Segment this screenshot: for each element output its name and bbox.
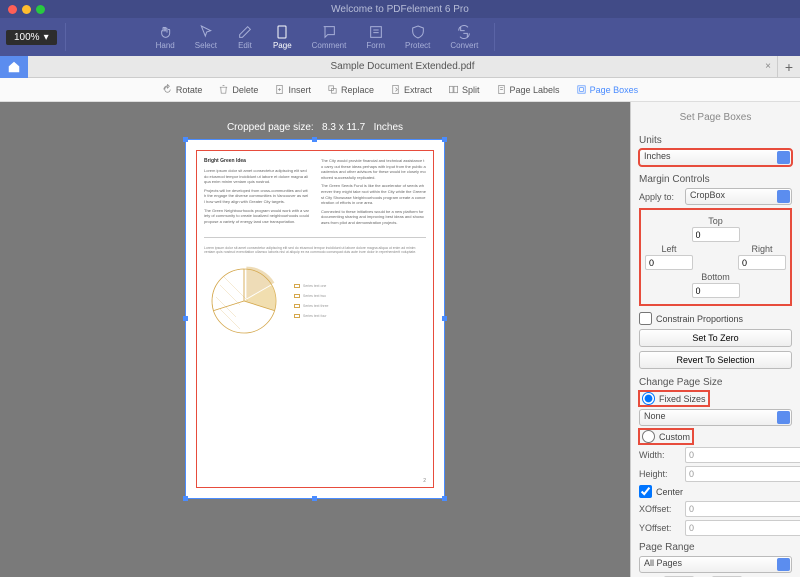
- margin-right-input[interactable]: [738, 255, 786, 270]
- canvas[interactable]: Cropped page size: 8.3 x 11.7 Inches Bri…: [0, 102, 630, 577]
- apply-to-select[interactable]: CropBox: [685, 188, 792, 205]
- zoom-dropdown[interactable]: 100% ▾: [6, 30, 57, 45]
- close-tab-icon[interactable]: ×: [765, 61, 771, 72]
- trash-icon: [218, 84, 229, 95]
- comment-button[interactable]: Comment: [304, 22, 355, 52]
- height-input[interactable]: [685, 466, 800, 482]
- change-size-label: Change Page Size: [639, 377, 792, 388]
- crop-handle[interactable]: [442, 137, 447, 142]
- crop-handle[interactable]: [312, 137, 317, 142]
- protect-button[interactable]: Protect: [397, 22, 438, 52]
- page-button[interactable]: Page: [265, 22, 300, 52]
- edit-icon: [237, 24, 253, 40]
- crop-handle[interactable]: [183, 316, 188, 321]
- extract-button[interactable]: Extract: [390, 84, 432, 95]
- crop-handle[interactable]: [442, 316, 447, 321]
- comment-icon: [321, 24, 337, 40]
- fixed-sizes-radio[interactable]: [642, 392, 655, 405]
- revert-button[interactable]: Revert To Selection: [639, 351, 792, 369]
- page-boxes-button[interactable]: Page Boxes: [576, 84, 639, 95]
- crop-handle[interactable]: [183, 496, 188, 501]
- app-title: Welcome to PDFelement 6 Pro: [331, 4, 469, 15]
- margin-grid: Top LeftRight Bottom: [639, 208, 792, 306]
- title-bar: Welcome to PDFelement 6 Pro: [0, 0, 800, 18]
- set-zero-button[interactable]: Set To Zero: [639, 329, 792, 347]
- page-range-label: Page Range: [639, 542, 792, 553]
- document-tab-label: Sample Document Extended.pdf: [331, 61, 475, 72]
- units-label: Units: [639, 135, 792, 146]
- label-icon: [496, 84, 507, 95]
- convert-icon: [456, 24, 472, 40]
- tab-bar: Sample Document Extended.pdf × +: [0, 56, 800, 78]
- page-number: 2: [423, 478, 426, 484]
- maximize-window-icon[interactable]: [36, 5, 45, 14]
- units-select[interactable]: Inches: [639, 149, 792, 166]
- margin-left-input[interactable]: [645, 255, 693, 270]
- minimize-window-icon[interactable]: [22, 5, 31, 14]
- apply-to-label: Apply to:: [639, 192, 681, 202]
- constrain-checkbox[interactable]: [639, 312, 652, 325]
- chevron-down-icon: ▾: [44, 32, 49, 43]
- fixed-size-select[interactable]: None: [639, 409, 792, 426]
- convert-button[interactable]: Convert: [442, 22, 486, 52]
- document-tab[interactable]: Sample Document Extended.pdf ×: [28, 56, 778, 78]
- sidebar-title: Set Page Boxes: [639, 108, 792, 131]
- shield-icon: [410, 24, 426, 40]
- margin-bottom-input[interactable]: [692, 283, 740, 298]
- custom-radio[interactable]: [642, 430, 655, 443]
- form-icon: [368, 24, 384, 40]
- main-toolbar: 100% ▾ Hand Select Edit Page Comment Form…: [0, 18, 800, 56]
- crop-size-info: Cropped page size: 8.3 x 11.7 Inches: [227, 122, 403, 133]
- split-button[interactable]: Split: [448, 84, 480, 95]
- rotate-icon: [162, 84, 173, 95]
- cursor-icon: [198, 24, 214, 40]
- page-subtoolbar: Rotate Delete Insert Replace Extract Spl…: [0, 78, 800, 102]
- page-labels-button[interactable]: Page Labels: [496, 84, 560, 95]
- home-tab[interactable]: [0, 56, 28, 78]
- close-window-icon[interactable]: [8, 5, 17, 14]
- select-button[interactable]: Select: [187, 22, 225, 52]
- form-button[interactable]: Form: [358, 22, 393, 52]
- width-input[interactable]: [685, 447, 800, 463]
- center-checkbox[interactable]: [639, 485, 652, 498]
- extract-icon: [390, 84, 401, 95]
- zoom-value: 100%: [14, 32, 40, 43]
- sidebar: Set Page Boxes Units Inches Margin Contr…: [630, 102, 800, 577]
- replace-icon: [327, 84, 338, 95]
- xoffset-input[interactable]: [685, 501, 800, 517]
- replace-button[interactable]: Replace: [327, 84, 374, 95]
- page-preview[interactable]: Bright Green IdeaLorem ipsum dolor sit a…: [185, 139, 445, 499]
- insert-button[interactable]: Insert: [274, 84, 311, 95]
- crop-handle[interactable]: [312, 496, 317, 501]
- rotate-button[interactable]: Rotate: [162, 84, 203, 95]
- hand-button[interactable]: Hand: [148, 22, 183, 52]
- edit-button[interactable]: Edit: [229, 22, 261, 52]
- home-icon: [7, 60, 21, 74]
- margin-top-input[interactable]: [692, 227, 740, 242]
- cropbox-outline: [196, 150, 434, 488]
- margin-controls-label: Margin Controls: [639, 174, 792, 185]
- hand-icon: [157, 24, 173, 40]
- page-range-select[interactable]: All Pages: [639, 556, 792, 573]
- delete-button[interactable]: Delete: [218, 84, 258, 95]
- split-icon: [448, 84, 459, 95]
- insert-icon: [274, 84, 285, 95]
- crop-handle[interactable]: [183, 137, 188, 142]
- yoffset-input[interactable]: [685, 520, 800, 536]
- new-tab-button[interactable]: +: [778, 59, 800, 75]
- box-icon: [576, 84, 587, 95]
- crop-handle[interactable]: [442, 496, 447, 501]
- page-icon: [274, 24, 290, 40]
